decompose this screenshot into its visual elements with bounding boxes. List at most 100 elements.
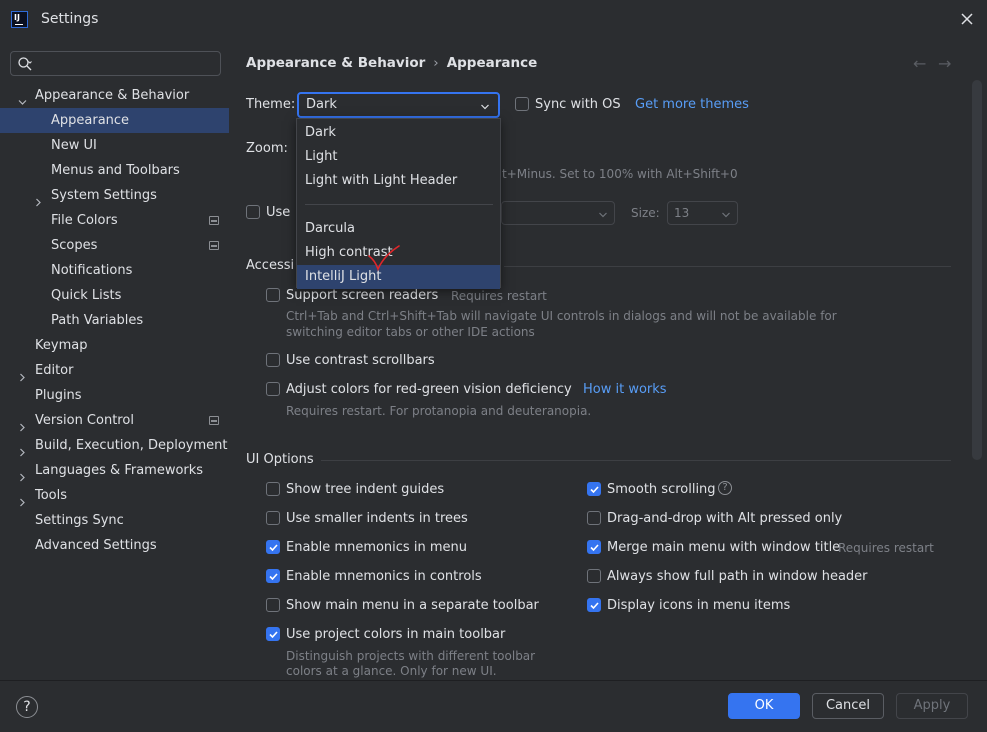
icons-in-menu-checkbox[interactable]	[587, 598, 601, 612]
app-logo-icon: IJ	[11, 11, 28, 28]
red-green-description: Requires restart. For protanopia and deu…	[286, 404, 592, 418]
contrast-scrollbars-checkbox[interactable]	[266, 353, 280, 367]
font-size-value: 13	[674, 206, 690, 220]
chevron-down-icon	[18, 91, 27, 105]
sidebar-item-plugins[interactable]: Plugins	[0, 383, 229, 408]
smaller-indents-checkbox[interactable]	[266, 511, 280, 525]
smooth-scrolling-label: Smooth scrolling	[607, 482, 716, 497]
chevron-right-icon	[18, 366, 27, 382]
theme-dropdown-popup: Dark Light Light with Light Header Darcu…	[296, 118, 501, 289]
chevron-down-icon	[721, 209, 731, 219]
breadcrumb-separator: ›	[433, 55, 439, 71]
sidebar-item-notifications[interactable]: Notifications	[0, 258, 229, 283]
red-green-checkbox[interactable]	[266, 382, 280, 396]
search-icon	[16, 55, 34, 73]
requires-restart-hint: Requires restart	[838, 541, 934, 555]
help-button[interactable]: ?	[16, 696, 38, 718]
chevron-right-icon	[18, 441, 27, 457]
search-input[interactable]	[41, 55, 216, 72]
sidebar-item-quick-lists[interactable]: Quick Lists	[0, 283, 229, 308]
chevron-right-icon	[18, 491, 27, 507]
use-custom-font-checkbox[interactable]	[246, 205, 260, 219]
theme-select[interactable]: Dark	[297, 92, 500, 118]
theme-option-dark[interactable]: Dark	[297, 121, 500, 145]
chevron-down-icon	[598, 209, 608, 219]
sidebar-item-label: Tools	[35, 488, 68, 503]
apply-button[interactable]: Apply	[896, 693, 968, 719]
cancel-button[interactable]: Cancel	[812, 693, 884, 719]
smooth-scrolling-checkbox[interactable]	[587, 482, 601, 496]
font-select[interactable]	[501, 201, 615, 225]
theme-option-light-header[interactable]: Light with Light Header	[297, 169, 500, 193]
sidebar-item-file-colors[interactable]: File Colors	[0, 208, 229, 233]
drag-drop-alt-checkbox[interactable]	[587, 511, 601, 525]
screen-readers-description: switching editor tabs or other IDE actio…	[286, 325, 535, 339]
sidebar-item-languages-frameworks[interactable]: Languages & Frameworks	[0, 458, 229, 483]
sidebar-item-new-ui[interactable]: New UI	[0, 133, 229, 158]
sidebar-item-menus-toolbars[interactable]: Menus and Toolbars	[0, 158, 229, 183]
merge-main-menu-checkbox[interactable]	[587, 540, 601, 554]
sidebar-item-appearance[interactable]: Appearance	[0, 108, 229, 133]
dialog-footer: ? OK Cancel Apply	[0, 680, 987, 732]
sidebar-item-label: Appearance	[51, 113, 130, 128]
icons-in-menu-label: Display icons in menu items	[607, 598, 791, 613]
sidebar-item-path-variables[interactable]: Path Variables	[0, 308, 229, 333]
sidebar-item-label: Build, Execution, Deployment	[35, 438, 228, 453]
sidebar-item-label: Menus and Toolbars	[51, 163, 180, 178]
section-divider	[504, 266, 951, 267]
sidebar-item-build-execution[interactable]: Build, Execution, Deployment	[0, 433, 229, 458]
sidebar-item-scopes[interactable]: Scopes	[0, 233, 229, 258]
sidebar-item-label: Appearance & Behavior	[35, 88, 190, 103]
sidebar-item-editor[interactable]: Editor	[0, 358, 229, 383]
forward-arrow-icon[interactable]: →	[938, 54, 956, 73]
sidebar-item-appearance-behavior[interactable]: Appearance & Behavior	[0, 83, 229, 108]
tree-indent-guides-label: Show tree indent guides	[286, 482, 445, 497]
settings-sidebar: Appearance & Behavior Appearance New UI …	[0, 40, 229, 680]
back-arrow-icon[interactable]: ←	[913, 54, 931, 73]
requires-restart-hint: Requires restart	[451, 289, 547, 303]
ok-button[interactable]: OK	[728, 693, 800, 719]
theme-label: Theme:	[246, 97, 296, 112]
sidebar-item-label: Plugins	[35, 388, 82, 403]
sync-with-os-checkbox[interactable]	[515, 97, 529, 111]
contrast-scrollbars-label: Use contrast scrollbars	[286, 353, 435, 368]
sidebar-item-label: Keymap	[35, 338, 88, 353]
sidebar-item-version-control[interactable]: Version Control	[0, 408, 229, 433]
vertical-scrollbar[interactable]	[972, 80, 982, 460]
screen-readers-description: Ctrl+Tab and Ctrl+Shift+Tab will navigat…	[286, 309, 837, 323]
mnemonics-menu-checkbox[interactable]	[266, 540, 280, 554]
theme-option-darcula[interactable]: Darcula	[297, 217, 500, 241]
section-divider	[321, 460, 951, 461]
how-it-works-link[interactable]: How it works	[583, 382, 667, 397]
red-green-label: Adjust colors for red-green vision defic…	[286, 382, 572, 397]
breadcrumb-parent[interactable]: Appearance & Behavior	[246, 55, 425, 71]
sidebar-item-system-settings[interactable]: System Settings	[0, 183, 229, 208]
support-screen-readers-checkbox[interactable]	[266, 288, 280, 302]
project-colors-checkbox[interactable]	[266, 627, 280, 641]
search-box[interactable]	[10, 51, 221, 76]
full-path-header-checkbox[interactable]	[587, 569, 601, 583]
chevron-right-icon	[34, 191, 43, 207]
tree-indent-guides-checkbox[interactable]	[266, 482, 280, 496]
full-path-header-label: Always show full path in window header	[607, 569, 868, 584]
mnemonics-controls-label: Enable mnemonics in controls	[286, 569, 482, 584]
popup-separator	[305, 204, 493, 205]
sidebar-item-label: Quick Lists	[51, 288, 122, 303]
sidebar-item-tools[interactable]: Tools	[0, 483, 229, 508]
mnemonics-controls-checkbox[interactable]	[266, 569, 280, 583]
chevron-right-icon	[18, 416, 27, 432]
use-custom-font-label: Use	[266, 205, 291, 220]
sidebar-item-keymap[interactable]: Keymap	[0, 333, 229, 358]
get-more-themes-link[interactable]: Get more themes	[635, 97, 749, 112]
separate-toolbar-checkbox[interactable]	[266, 598, 280, 612]
sidebar-item-label: Notifications	[51, 263, 133, 278]
theme-option-light[interactable]: Light	[297, 145, 500, 169]
sidebar-item-advanced-settings[interactable]: Advanced Settings	[0, 533, 229, 558]
help-icon[interactable]: ?	[718, 481, 732, 495]
project-colors-description: Distinguish projects with different tool…	[286, 649, 536, 663]
close-icon[interactable]	[957, 9, 977, 29]
mnemonics-menu-label: Enable mnemonics in menu	[286, 540, 467, 555]
red-checkmark-annotation-icon	[368, 245, 400, 272]
sidebar-item-settings-sync[interactable]: Settings Sync	[0, 508, 229, 533]
font-size-select[interactable]: 13	[667, 201, 738, 225]
